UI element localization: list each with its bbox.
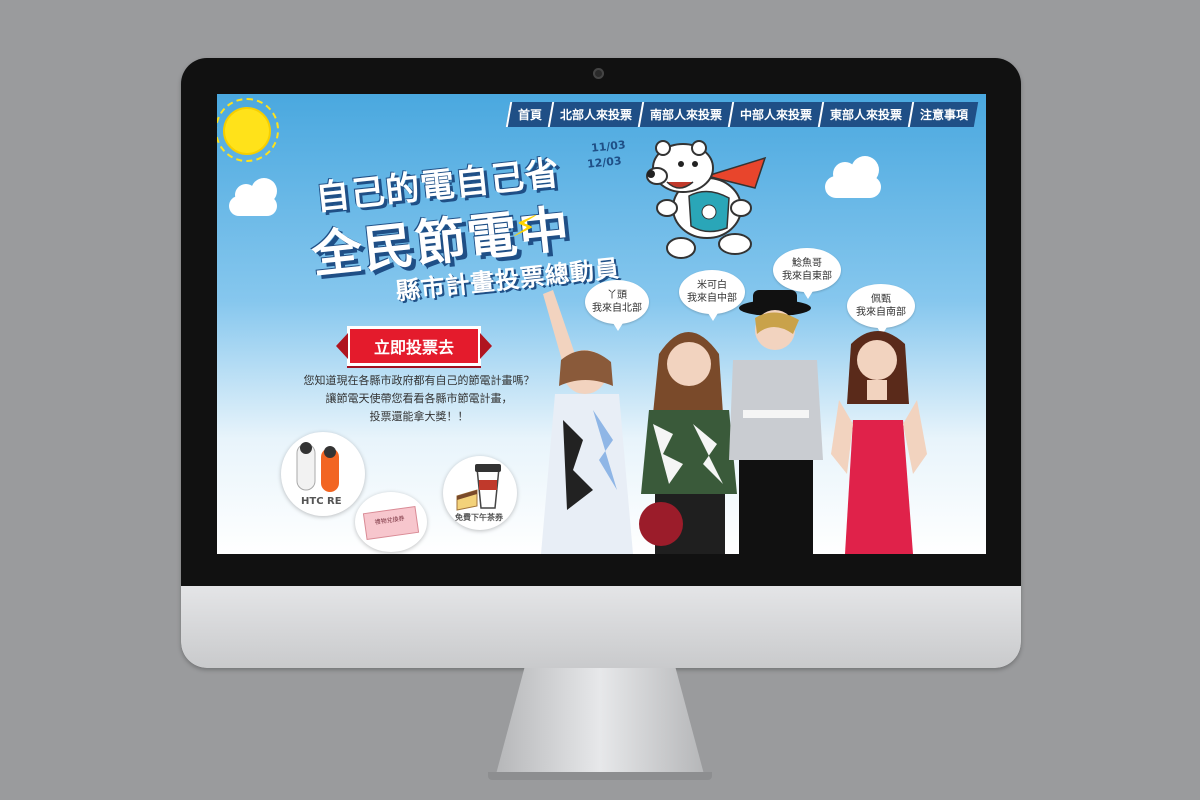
vote-now-button[interactable]: 立即投票去 (336, 326, 492, 366)
nav-north-vote[interactable]: 北部人來投票 (547, 102, 643, 127)
main-nav: 首頁 北部人來投票 南部人來投票 中部人來投票 東部人來投票 注意事項 (505, 102, 979, 127)
speech-bubble-east: 鯰魚哥 我來自東部 (773, 248, 841, 299)
monitor-stand-foot (488, 772, 712, 780)
speech-bubble-south: 佩甄 我來自南部 (847, 284, 915, 335)
imac-monitor: 首頁 北部人來投票 南部人來投票 中部人來投票 東部人來投票 注意事項 自己的電… (181, 58, 1021, 668)
description-line: 投票還能拿大獎！！ (369, 410, 469, 423)
description-line: 您知道現在各縣市政府都有自己的節電計畫嗎？ (303, 374, 535, 387)
bubble-name: 鯰魚哥 (792, 258, 822, 269)
celebrity-north-figure (541, 290, 633, 554)
htc-re-camera-icon (296, 442, 339, 492)
prize-coffee: 免費下午茶券 (443, 456, 517, 530)
prize-coupon: 禮物兌換券 (355, 492, 427, 552)
bubble-name: 佩甄 (871, 294, 891, 305)
website-screen: 首頁 北部人來投票 南部人來投票 中部人來投票 東部人來投票 注意事項 自己的電… (217, 94, 986, 554)
bubble-region: 我來自東部 (782, 271, 832, 282)
nav-central-vote[interactable]: 中部人來投票 (727, 102, 823, 127)
nav-notes[interactable]: 注意事項 (907, 102, 979, 127)
nav-south-vote[interactable]: 南部人來投票 (637, 102, 733, 127)
polar-bear-mascot-icon (646, 140, 767, 259)
cloud-icon (825, 156, 881, 198)
prize-camera: HTC RE (281, 432, 365, 516)
campaign-start-date: 11/03 (590, 138, 627, 155)
coupon-ticket-icon: 禮物兌換券 (362, 505, 420, 541)
campaign-description: 您知道現在各縣市政府都有自己的節電計畫嗎？ 讓節電天使帶您看看各縣市節電計畫， … (279, 372, 559, 426)
sun-icon (223, 107, 271, 155)
cloud-icon (229, 178, 277, 216)
prize-camera-label: HTC RE (301, 496, 342, 507)
prize-coffee-label: 免費下午茶券 (455, 513, 503, 522)
monitor-chin (181, 586, 1021, 668)
camera-icon (593, 68, 604, 79)
nav-east-vote[interactable]: 東部人來投票 (817, 102, 913, 127)
nav-home[interactable]: 首頁 (505, 102, 553, 127)
description-line: 讓節電天使帶您看看各縣市節電計畫， (325, 392, 513, 405)
bubble-region: 我來自南部 (856, 307, 906, 318)
monitor-stand (495, 668, 705, 778)
campaign-end-date: 12/03 (586, 154, 623, 171)
coffee-cake-icon (456, 464, 501, 511)
celebrity-south-figure (831, 331, 927, 554)
celebrity-east-figure (729, 290, 823, 554)
